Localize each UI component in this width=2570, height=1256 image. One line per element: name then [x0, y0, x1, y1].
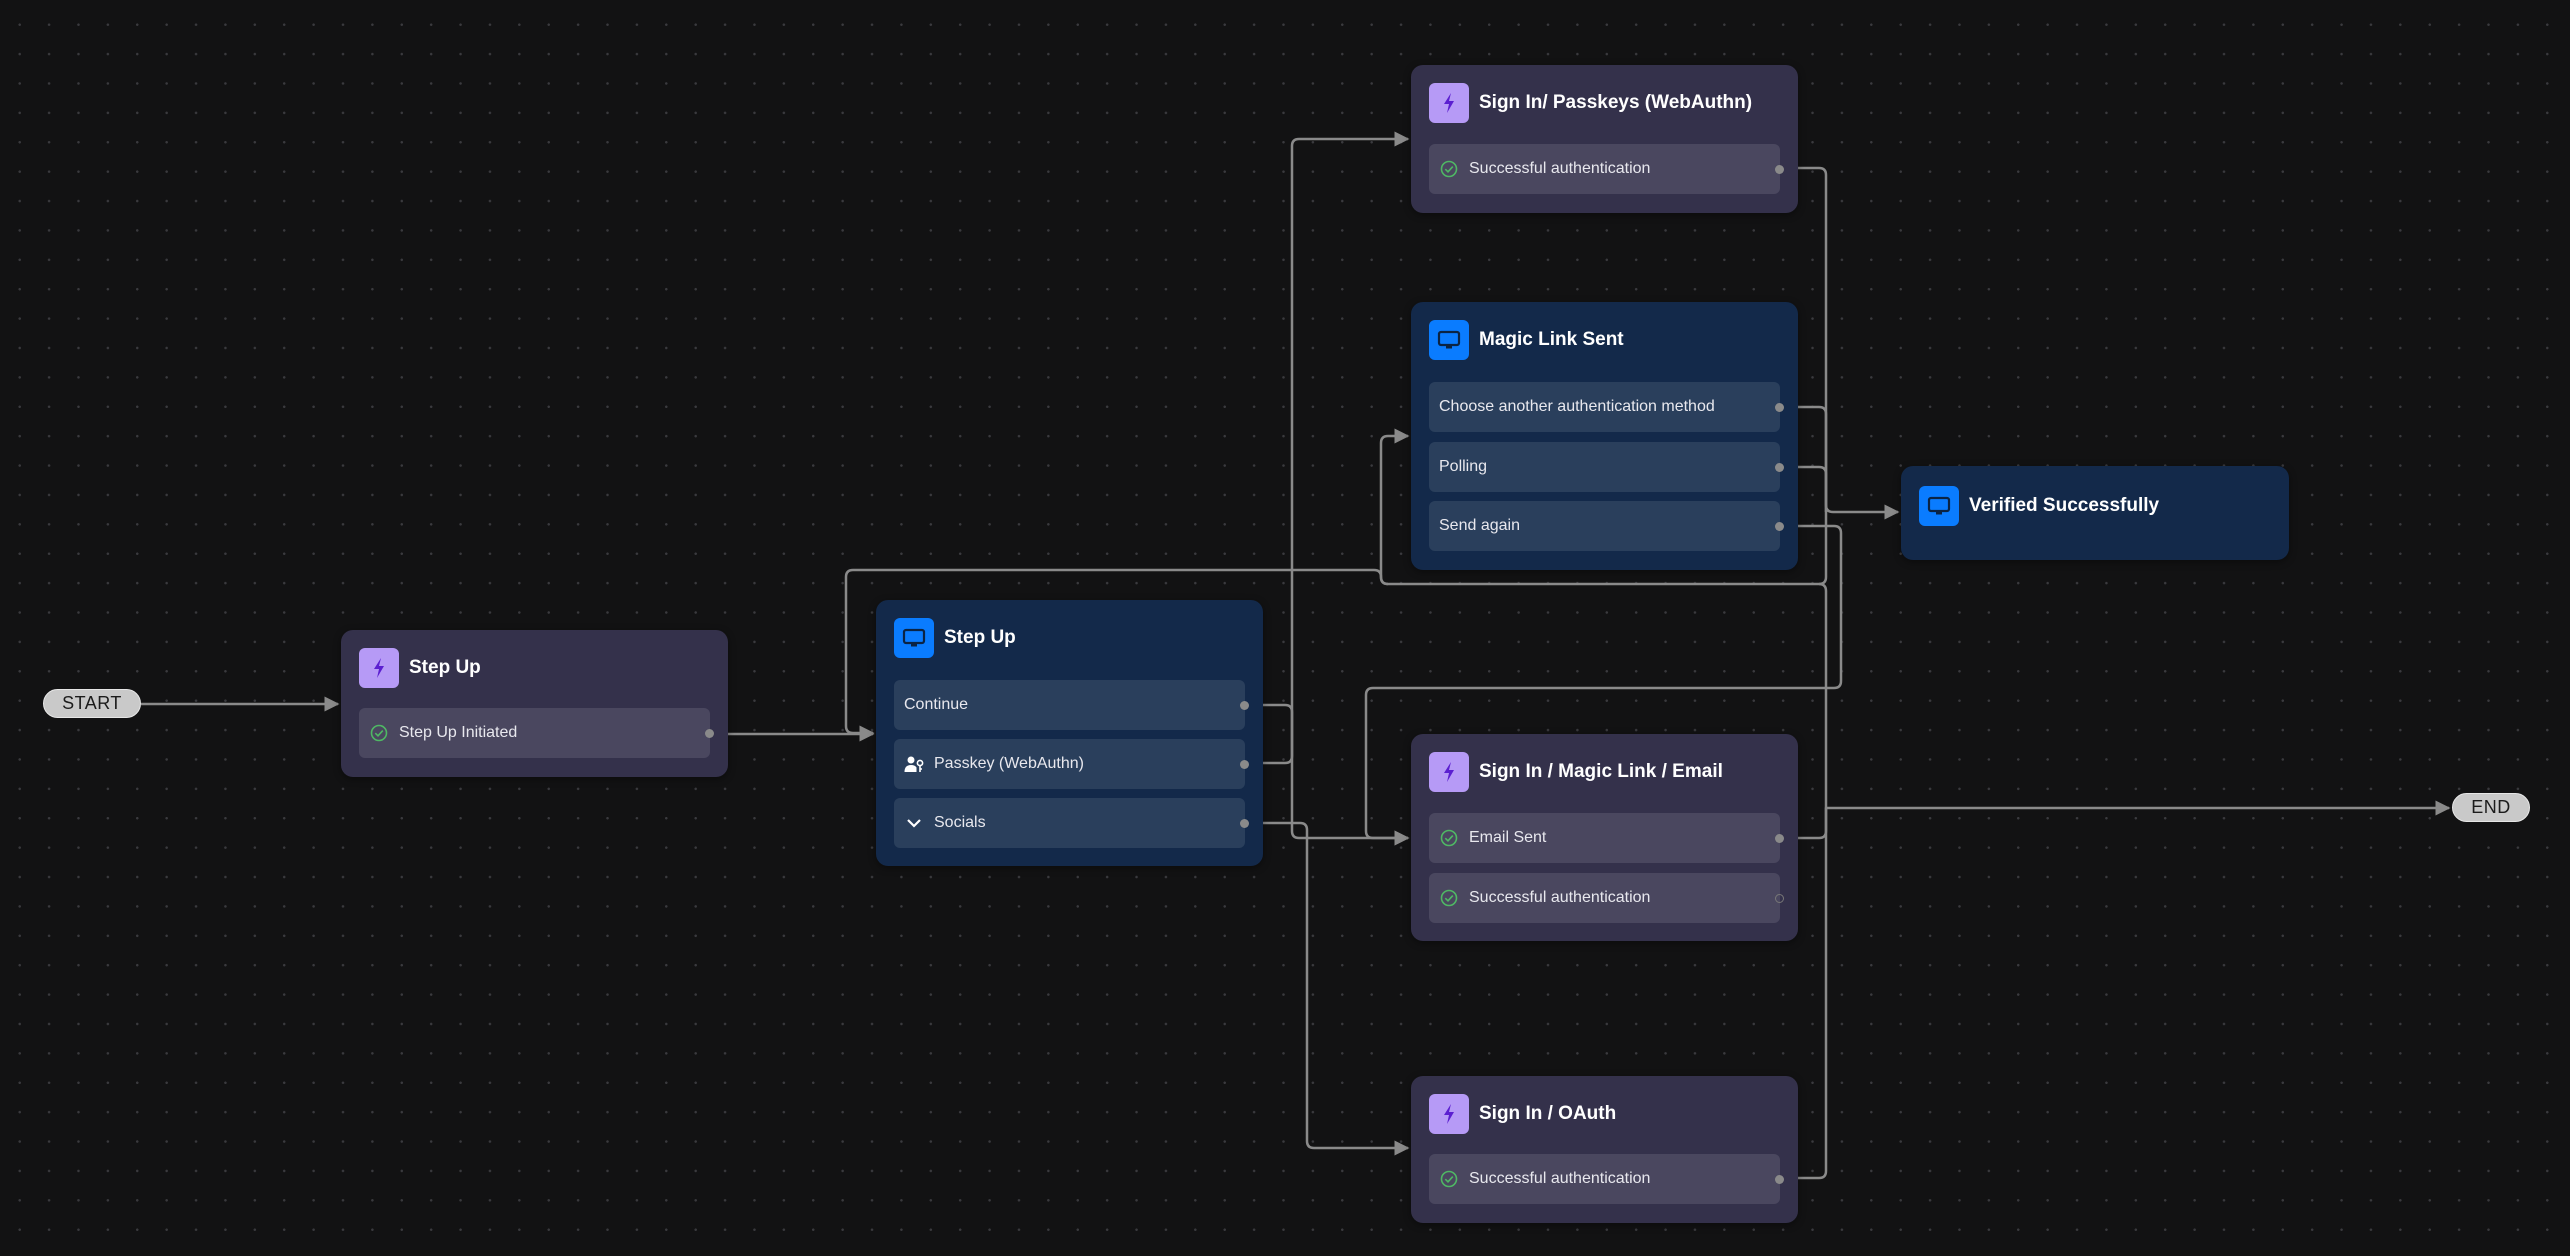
node-title: Sign In / OAuth	[1479, 1103, 1617, 1124]
output-handle[interactable]	[1240, 759, 1249, 769]
output-choose-another-method[interactable]: Choose another authentication method	[1429, 382, 1784, 432]
monitor-icon	[894, 618, 934, 658]
node-title: Step Up	[944, 627, 1016, 648]
monitor-icon	[1919, 486, 1959, 526]
check-circle-icon	[1439, 159, 1459, 179]
output-label: Step Up Initiated	[399, 724, 518, 741]
output-successful-authentication[interactable]: Successful authentication	[1429, 144, 1784, 194]
output-handle-unconnected[interactable]	[1775, 893, 1784, 903]
start-label: START	[62, 693, 122, 713]
output-step-up-initiated[interactable]: Step Up Initiated	[359, 708, 714, 758]
lightning-icon	[1429, 1094, 1469, 1134]
edge-passkey-to-passkeys	[1245, 131, 1410, 765]
output-label: Passkey (WebAuthn)	[934, 755, 1084, 772]
edges-layer	[141, 131, 2451, 1180]
start-terminal[interactable]: START	[43, 689, 141, 718]
node-title: Step Up	[409, 657, 481, 678]
node-title: Magic Link Sent	[1479, 329, 1624, 350]
output-label: Successful authentication	[1469, 160, 1651, 177]
output-socials[interactable]: Socials	[894, 798, 1249, 848]
check-circle-icon	[1439, 888, 1459, 908]
monitor-icon	[1429, 320, 1469, 360]
output-label: Choose another authentication method	[1439, 398, 1715, 415]
output-label: Successful authentication	[1469, 889, 1651, 906]
output-successful-authentication[interactable]: Successful authentication	[1429, 1154, 1784, 1204]
output-label: Continue	[904, 696, 969, 713]
output-handle[interactable]	[1775, 833, 1784, 843]
check-circle-icon	[369, 723, 389, 743]
node-sign-in-oauth[interactable]: Sign In / OAuth Successful authenticatio…	[1411, 1076, 1798, 1223]
user-key-icon	[904, 754, 924, 774]
edge-continue-to-magic-link-email	[1245, 703, 1410, 846]
output-handle[interactable]	[1775, 462, 1784, 472]
node-title: Sign In / Magic Link / Email	[1479, 761, 1723, 782]
output-handle[interactable]	[705, 728, 714, 738]
node-sign-in-passkeys[interactable]: Sign In/ Passkeys (WebAuthn) Successful …	[1411, 65, 1798, 213]
chevron-down-icon	[904, 813, 924, 833]
node-sign-in-magic-link-email[interactable]: Sign In / Magic Link / Email Email Sent …	[1411, 734, 1798, 941]
node-step-up-screen[interactable]: Step Up Continue Passkey (WebAuthn) Soci…	[876, 600, 1263, 866]
output-handle[interactable]	[1240, 818, 1249, 828]
node-title: Sign In/ Passkeys (WebAuthn)	[1479, 92, 1753, 113]
check-circle-icon	[1439, 1169, 1459, 1189]
output-handle[interactable]	[1775, 402, 1784, 412]
output-label: Polling	[1439, 458, 1488, 475]
edge-oauth-success-to-end	[1780, 800, 2451, 1180]
lightning-icon	[1429, 83, 1469, 123]
end-label: END	[2471, 797, 2511, 817]
node-step-up-action[interactable]: Step Up Step Up Initiated	[341, 630, 728, 777]
output-continue[interactable]: Continue	[894, 680, 1249, 730]
node-magic-link-sent[interactable]: Magic Link Sent Choose another authentic…	[1411, 302, 1798, 570]
output-handle[interactable]	[1775, 164, 1784, 174]
output-passkey[interactable]: Passkey (WebAuthn)	[894, 739, 1249, 789]
output-handle[interactable]	[1775, 1174, 1784, 1184]
lightning-icon	[359, 648, 399, 688]
node-title: Verified Successfully	[1969, 495, 2160, 516]
output-handle[interactable]	[1775, 521, 1784, 531]
node-verified-successfully[interactable]: Verified Successfully	[1901, 466, 2289, 560]
output-label: Successful authentication	[1469, 1170, 1651, 1187]
output-label: Socials	[934, 814, 986, 831]
output-polling[interactable]: Polling	[1429, 442, 1784, 492]
output-successful-authentication[interactable]: Successful authentication	[1429, 873, 1784, 923]
end-terminal[interactable]: END	[2452, 793, 2530, 822]
output-label: Email Sent	[1469, 829, 1547, 846]
output-send-again[interactable]: Send again	[1429, 501, 1784, 551]
output-label: Send again	[1439, 517, 1520, 534]
output-handle[interactable]	[1240, 700, 1249, 710]
lightning-icon	[1429, 752, 1469, 792]
edge-socials-to-oauth	[1245, 821, 1410, 1156]
output-email-sent[interactable]: Email Sent	[1429, 813, 1784, 863]
check-circle-icon	[1439, 828, 1459, 848]
